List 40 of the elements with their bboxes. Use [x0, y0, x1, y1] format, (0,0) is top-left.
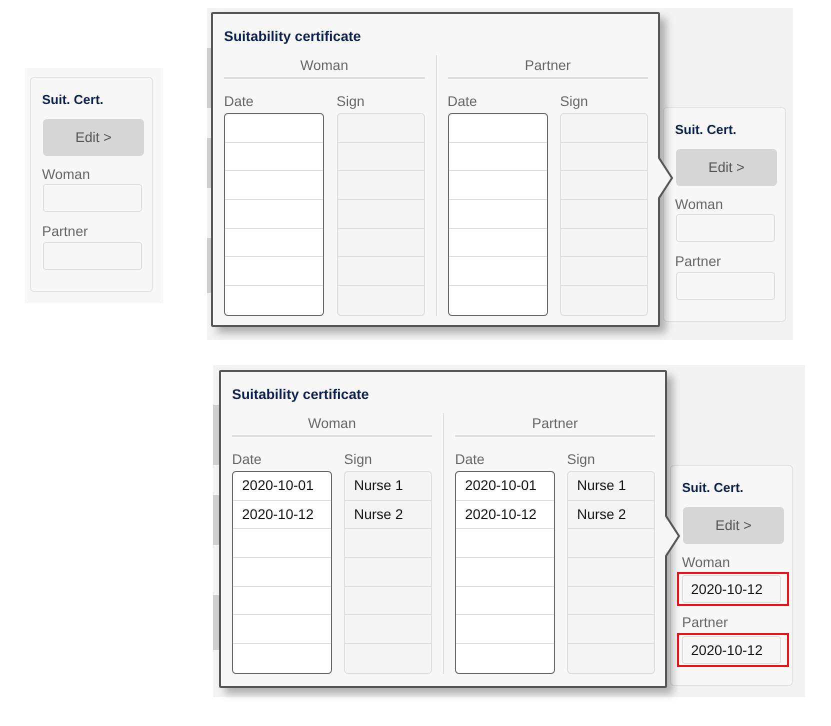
group-heading: Woman — [232, 413, 432, 437]
list-item[interactable]: 2020-10-12 — [233, 500, 331, 530]
text-field[interactable] — [676, 214, 775, 242]
field-label: Woman — [682, 554, 731, 570]
text-field[interactable] — [43, 184, 142, 212]
list-item[interactable]: Nurse 1 — [568, 472, 654, 501]
field-label: Woman — [42, 166, 91, 182]
column-label: Sign — [336, 92, 366, 111]
field-label: Woman — [675, 196, 724, 212]
card-title: Suit. Cert. — [675, 121, 738, 139]
list-item[interactable]: Nurse 2 — [345, 500, 431, 530]
list-item[interactable]: Nurse 2 — [568, 500, 654, 530]
text-field[interactable] — [676, 272, 775, 300]
list-item[interactable]: 2020-10-01 — [233, 472, 331, 501]
group-heading: Partner — [454, 413, 655, 437]
text-field[interactable]: 2020-10-12 — [682, 575, 781, 604]
card-title: Suit. Cert. — [42, 91, 104, 109]
text-field[interactable] — [43, 242, 142, 270]
column-label: Sign — [344, 450, 374, 469]
popup-title: Suitability certificate — [232, 385, 370, 404]
field-label: Partner — [675, 253, 722, 270]
field-label: Partner — [42, 223, 89, 240]
popup-title: Suitability certificate — [224, 27, 362, 46]
card-title: Suit. Cert. — [682, 479, 744, 497]
group-heading: Partner — [448, 55, 648, 79]
list-item[interactable]: 2020-10-01 — [456, 472, 554, 501]
group-heading: Woman — [224, 55, 424, 79]
text-field[interactable]: 2020-10-12 — [682, 636, 781, 664]
edit-button[interactable]: Edit > — [683, 506, 784, 544]
edit-button[interactable]: Edit > — [43, 118, 144, 156]
column-label: Date — [232, 450, 263, 469]
edit-button[interactable]: Edit > — [676, 148, 777, 186]
list-item[interactable]: 2020-10-12 — [456, 500, 554, 530]
column-label: Sign — [560, 92, 590, 111]
list-item[interactable]: Nurse 1 — [345, 472, 431, 501]
column-label: Sign — [566, 450, 596, 469]
field-label: Partner — [682, 614, 729, 632]
column-label: Date — [224, 92, 255, 111]
column-label: Date — [454, 450, 486, 469]
column-label: Date — [448, 92, 478, 111]
